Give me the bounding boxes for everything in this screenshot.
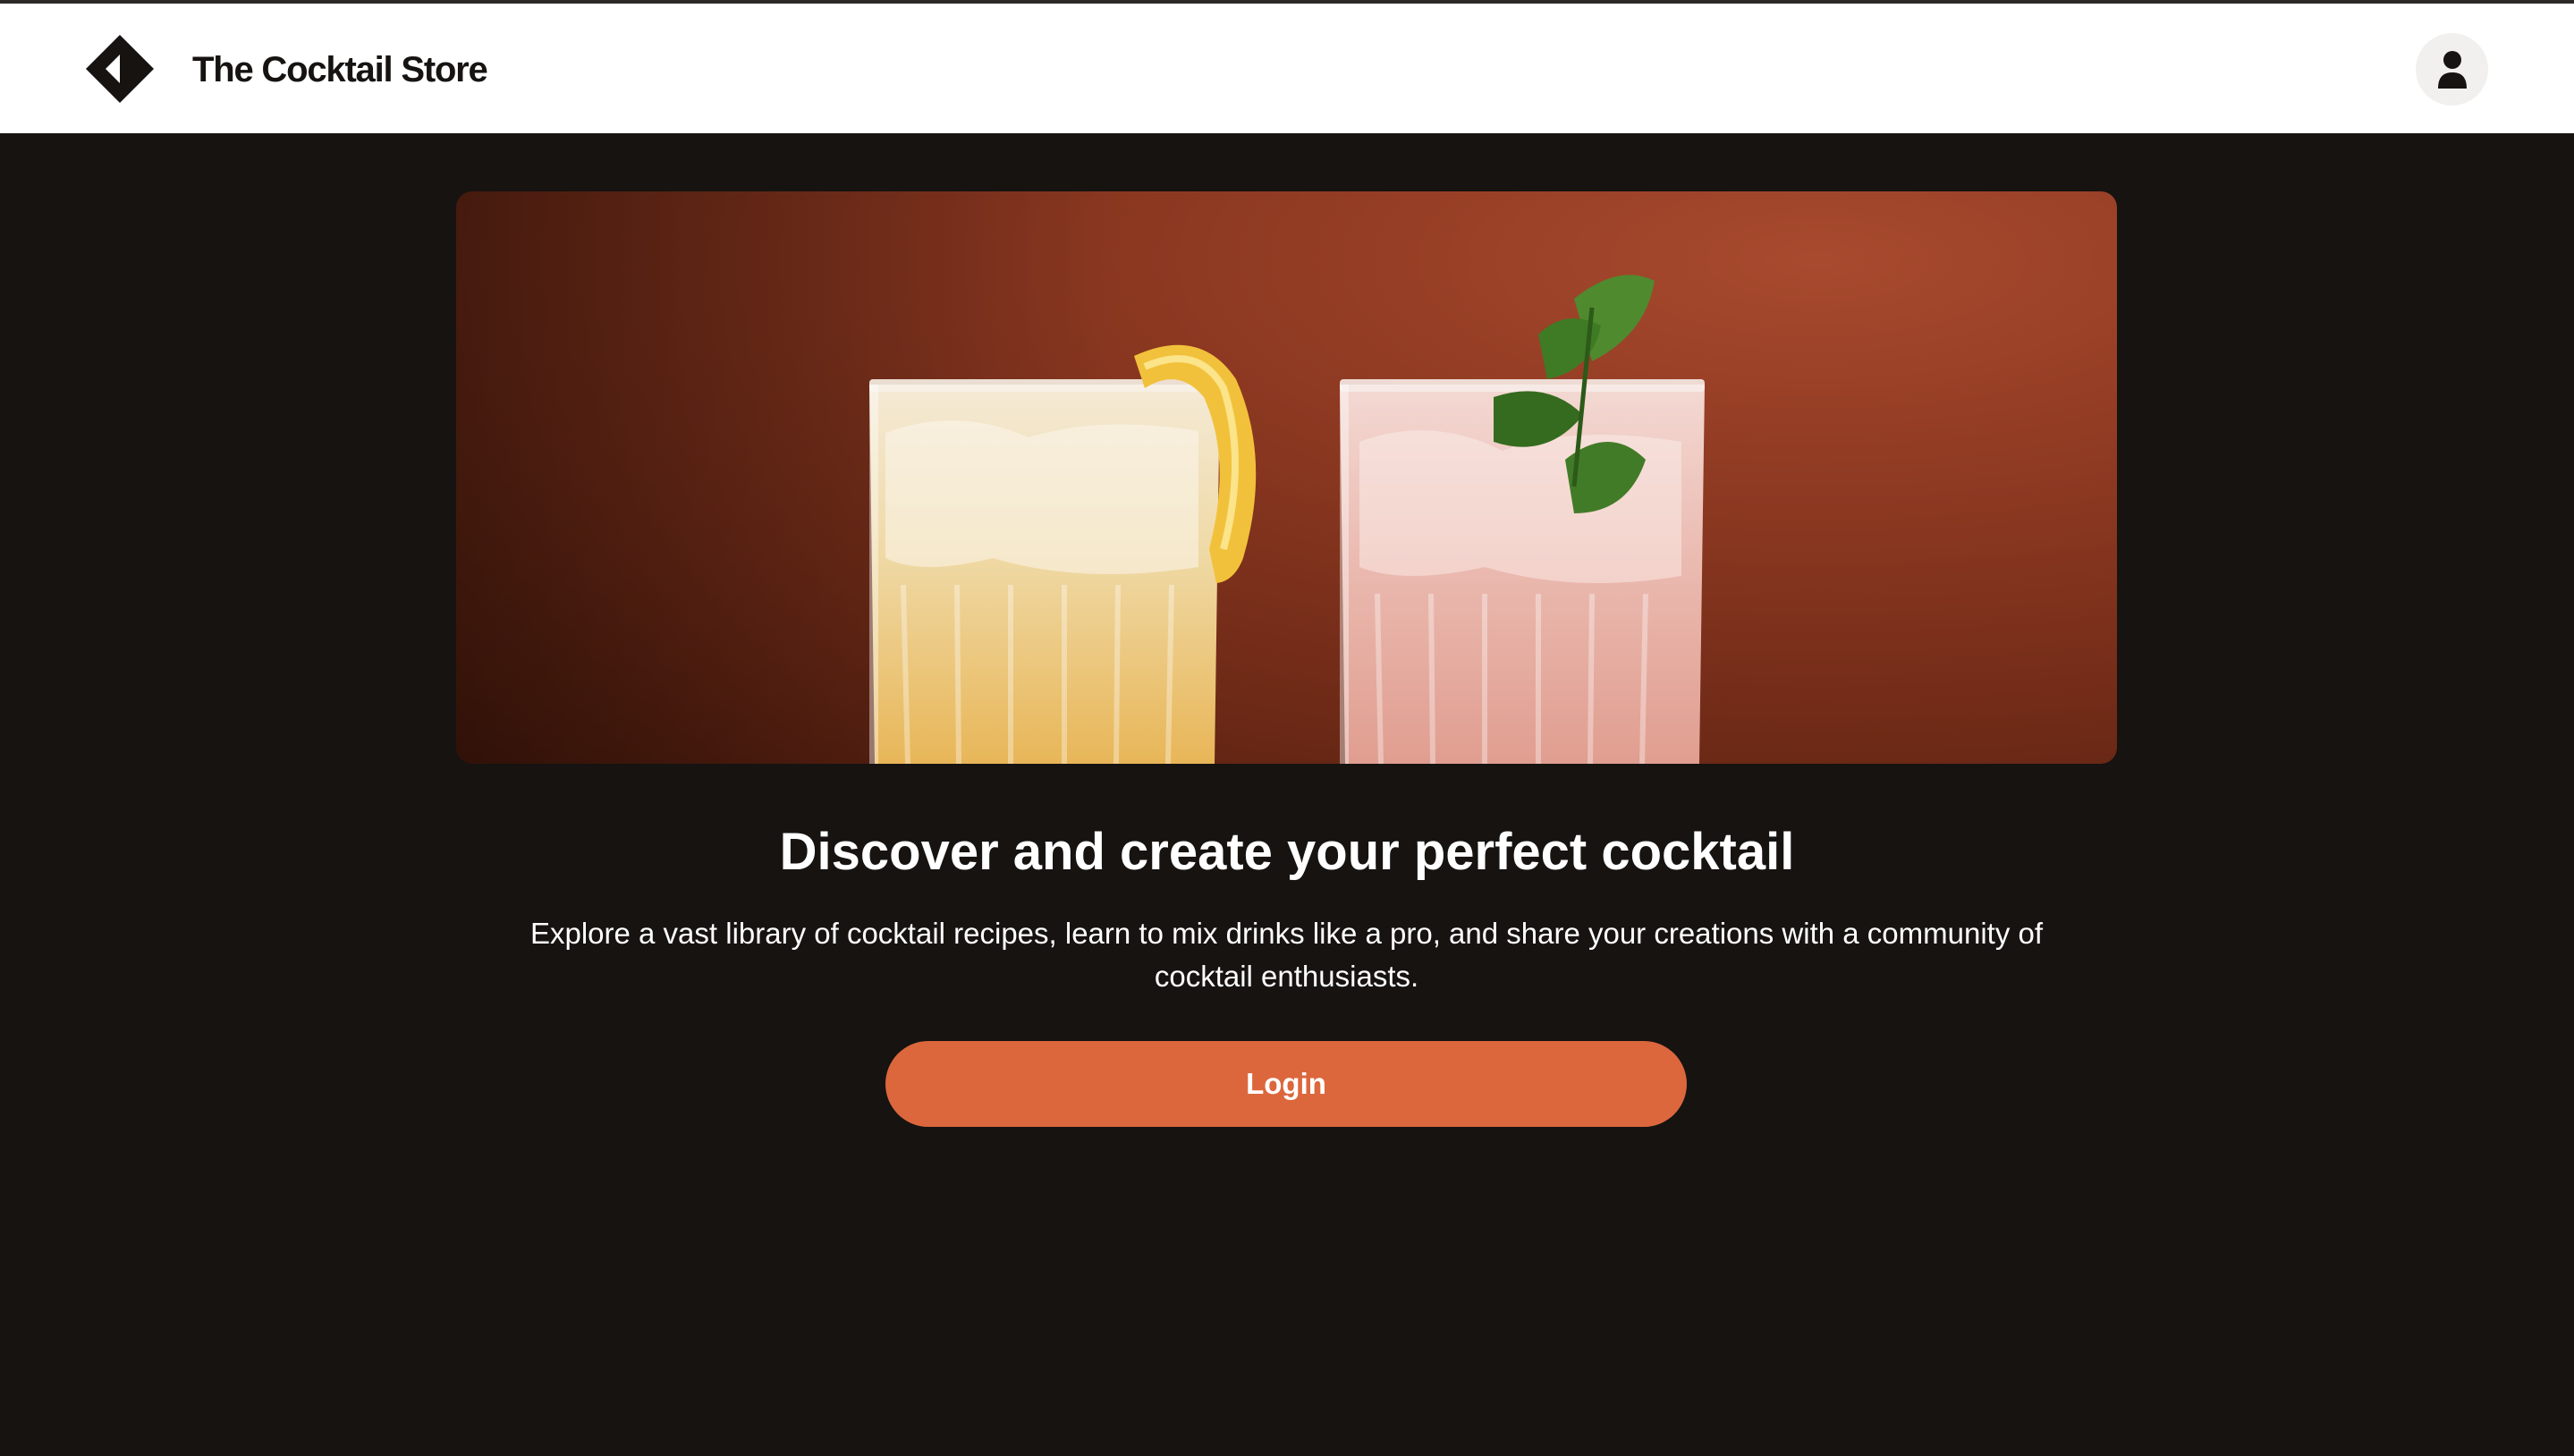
- hero-image: [456, 191, 2117, 764]
- login-button[interactable]: Login: [885, 1041, 1687, 1127]
- user-icon: [2437, 50, 2467, 89]
- user-account-button[interactable]: [2416, 33, 2488, 106]
- lemon-cocktail-glass: [869, 344, 1257, 764]
- site-header: The Cocktail Store: [0, 4, 2574, 133]
- diamond-logo-icon: [86, 35, 154, 103]
- brand-name[interactable]: The Cocktail Store: [192, 48, 488, 91]
- page-title: Discover and create your perfect cocktai…: [779, 823, 1795, 881]
- intro-description: Explore a vast library of cocktail recip…: [529, 917, 2044, 993]
